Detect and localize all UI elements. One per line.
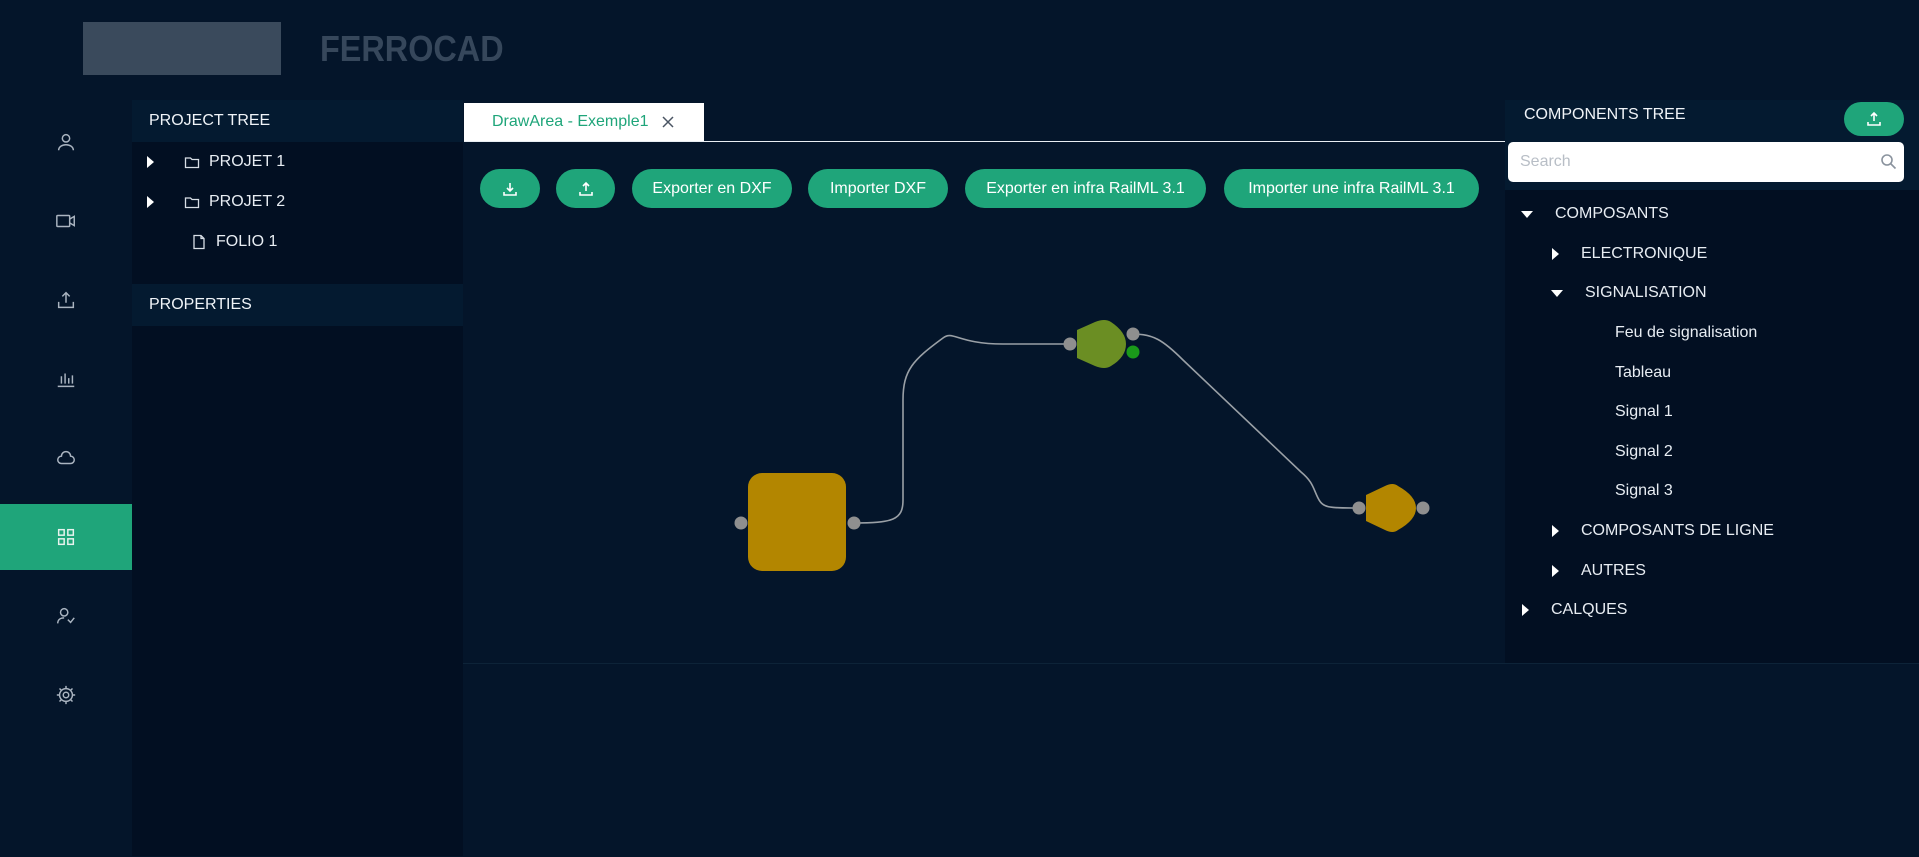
port-right[interactable] [847,516,861,530]
tab-label: DrawArea - Exemple1 [492,113,649,130]
nav-item-components[interactable] [0,504,132,570]
import-dxf-button[interactable]: Importer DXF [808,169,948,208]
tree-item-electronique[interactable]: ELECTRONIQUE [1552,236,1707,272]
tree-item-signal-2[interactable]: Signal 2 [1615,434,1673,470]
nav-item-stats[interactable] [0,346,132,412]
gate-component-gold[interactable] [1366,484,1416,532]
caret-right-icon[interactable] [1552,525,1559,537]
tree-item-composants-de-ligne[interactable]: COMPOSANTS DE LIGNE [1552,513,1774,549]
properties-title: PROPERTIES [132,284,463,326]
port-left[interactable] [1063,337,1077,351]
gear-icon [56,685,76,705]
components-tree-title: COMPONENTS TREE [1524,106,1686,123]
connection-wire[interactable] [1132,333,1359,509]
tree-item-label: AUTRES [1581,562,1646,579]
tree-item-signal-3[interactable]: Signal 3 [1615,473,1673,509]
tree-item-label: FOLIO 1 [216,233,278,250]
tree-item-label: CALQUES [1551,601,1628,618]
caret-down-icon[interactable] [1521,210,1533,218]
tree-item-signal-1[interactable]: Signal 1 [1615,394,1673,430]
upload-icon [578,181,593,196]
project-tree-title: PROJECT TREE [132,100,463,142]
port-left[interactable] [1352,501,1366,515]
cloud-icon [57,450,75,465]
tree-item-calques[interactable]: CALQUES [1522,592,1627,628]
grid-icon [57,528,75,546]
port-active[interactable] [1126,345,1140,359]
app-brand-title: FERROCAD [320,28,504,69]
caret-right-icon[interactable] [1552,248,1559,260]
users-icon [57,607,75,624]
tree-item-folio-1[interactable]: FOLIO 1 [191,222,277,262]
bar-chart-icon [57,373,75,388]
nav-item-video[interactable] [0,188,132,254]
user-icon [57,133,75,151]
components-tree: COMPOSANTS ELECTRONIQUE SIGNALISATION Fe… [1505,190,1919,663]
nav-item-cloud[interactable] [0,425,132,491]
folder-icon [184,197,200,209]
export-railml-button[interactable]: Exporter en infra RailML 3.1 [965,169,1206,208]
nav-item-settings[interactable] [0,662,132,728]
search-icon[interactable] [1880,153,1897,170]
bottom-panel [463,663,1919,857]
logo-placeholder [83,22,281,75]
file-icon [193,234,205,250]
search-input[interactable] [1508,142,1904,182]
tree-item-signalisation[interactable]: SIGNALISATION [1551,275,1707,311]
tree-item-tableau[interactable]: Tableau [1615,355,1671,391]
nav-item-upload[interactable] [0,267,132,333]
tree-item-feu-de-signalisation[interactable]: Feu de signalisation [1615,315,1757,351]
tree-item-label: SIGNALISATION [1585,284,1707,301]
connection-wire[interactable] [852,334,1070,524]
left-nav [0,100,132,856]
upload-icon [57,291,75,309]
caret-right-icon[interactable] [1522,604,1529,616]
tree-item-label: PROJET 2 [209,193,286,210]
tree-item-autres[interactable]: AUTRES [1552,553,1646,589]
tree-item-projet-2[interactable]: PROJET 2 [147,182,285,222]
nav-item-users[interactable] [0,583,132,649]
tree-item-label: COMPOSANTS [1555,205,1669,222]
upload-icon [1867,111,1881,126]
tab-divider [464,141,1506,142]
port-right[interactable] [1126,327,1140,341]
tree-item-label: COMPOSANTS DE LIGNE [1581,522,1774,539]
block-component[interactable] [748,473,846,571]
tree-item-label: PROJET 1 [209,153,286,170]
download-icon [503,182,517,196]
tree-item-projet-1[interactable]: PROJET 1 [147,142,285,182]
tab-drawarea[interactable]: DrawArea - Exemple1 [464,103,704,141]
diagram-canvas[interactable] [463,220,1505,660]
caret-right-icon[interactable] [147,196,154,208]
gate-component-green[interactable] [1077,320,1126,368]
project-tree-panel: PROJECT TREE PROJET 1 PROJET 2 FOLIO 1 P… [132,100,463,856]
download-button[interactable] [480,169,540,208]
caret-right-icon[interactable] [1552,565,1559,577]
tree-item-label: ELECTRONIQUE [1581,245,1708,262]
video-icon [56,214,75,228]
port-left[interactable] [734,516,748,530]
close-icon[interactable] [661,115,675,129]
components-upload-button[interactable] [1844,102,1904,136]
export-dxf-button[interactable]: Exporter en DXF [632,169,792,208]
tree-item-composants[interactable]: COMPOSANTS [1521,196,1669,232]
caret-right-icon[interactable] [147,156,154,168]
import-railml-button[interactable]: Importer une infra RailML 3.1 [1224,169,1479,208]
nav-item-user[interactable] [0,109,132,175]
folder-icon [184,157,200,169]
upload-button[interactable] [556,169,615,208]
caret-down-icon[interactable] [1551,289,1563,297]
port-right[interactable] [1416,501,1430,515]
